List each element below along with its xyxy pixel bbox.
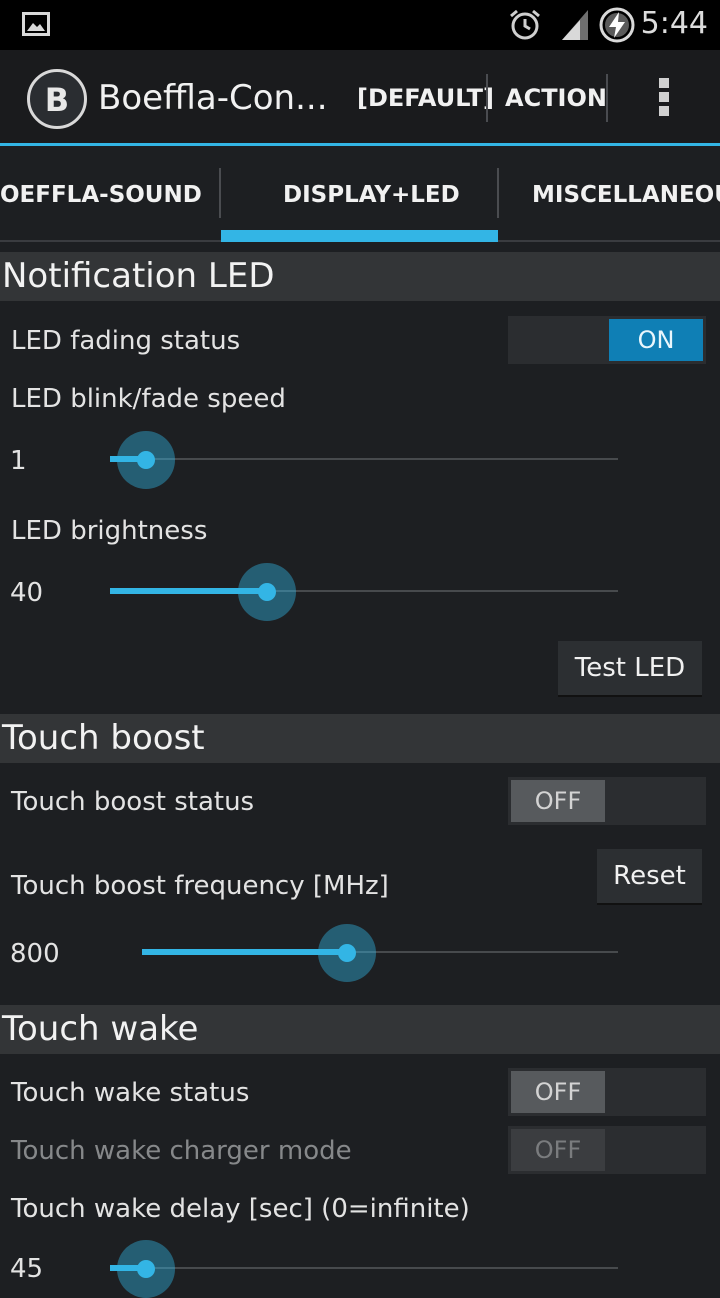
tab-bar: OEFFLA-SOUND DISPLAY+LED MISCELLANEOUS	[0, 146, 720, 242]
svg-text:B: B	[45, 82, 69, 116]
led-speed-value: 1	[10, 446, 27, 476]
action-bar-divider	[486, 74, 488, 122]
slider-thumb[interactable]	[136, 451, 155, 469]
touch-wake-status-label: Touch wake status	[11, 1078, 250, 1108]
alarm-icon	[510, 9, 540, 40]
touch-wake-charger-toggle: OFF	[508, 1126, 706, 1174]
touch-wake-delay-label: Touch wake delay [sec] (0=infinite)	[11, 1194, 470, 1224]
toggle-knob: OFF	[511, 1071, 605, 1113]
default-button[interactable]: [DEFAULT]	[357, 84, 494, 112]
signal-icon	[562, 10, 588, 40]
toggle-knob: OFF	[511, 780, 605, 822]
section-header-touch-wake: Touch wake	[0, 1005, 720, 1054]
tab-divider	[497, 168, 499, 218]
tab-boeffla-sound[interactable]: OEFFLA-SOUND	[0, 182, 202, 208]
toggle-knob: OFF	[511, 1129, 605, 1171]
tab-miscellaneous[interactable]: MISCELLANEOUS	[532, 182, 720, 208]
led-speed-label: LED blink/fade speed	[11, 384, 286, 414]
app-logo-icon[interactable]: B	[27, 69, 87, 129]
led-brightness-label: LED brightness	[11, 516, 208, 546]
reset-button[interactable]: Reset	[597, 849, 702, 903]
touch-boost-toggle[interactable]: OFF	[508, 777, 706, 825]
action-button[interactable]: ACTION	[505, 84, 607, 112]
selected-tab-indicator	[221, 230, 498, 242]
toggle-knob: ON	[609, 319, 703, 361]
status-bar: 5:44	[0, 0, 720, 50]
tab-display-led[interactable]: DISPLAY+LED	[283, 182, 460, 208]
touch-boost-status-label: Touch boost status	[11, 787, 255, 817]
slider-thumb[interactable]	[337, 944, 356, 962]
touch-boost-frequency-value: 800	[10, 939, 60, 969]
touch-boost-frequency-slider[interactable]	[142, 922, 618, 982]
clock: 5:44	[640, 6, 708, 41]
touch-wake-toggle[interactable]: OFF	[508, 1068, 706, 1116]
battery-charging-icon	[599, 7, 635, 43]
led-brightness-value: 40	[10, 578, 44, 608]
tab-divider	[219, 168, 221, 218]
touch-boost-frequency-label: Touch boost frequency [MHz]	[11, 871, 389, 901]
led-speed-slider[interactable]	[110, 429, 618, 489]
led-brightness-slider[interactable]	[110, 561, 618, 621]
led-fading-label: LED fading status	[11, 326, 241, 356]
app-title: Boeffla-Con...	[98, 78, 328, 118]
led-fading-toggle[interactable]: ON	[508, 316, 706, 364]
action-bar-divider	[606, 74, 608, 122]
touch-wake-charger-label: Touch wake charger mode	[11, 1136, 352, 1166]
section-header-notification-led: Notification LED	[0, 252, 720, 301]
slider-thumb[interactable]	[136, 1260, 155, 1278]
test-led-button[interactable]: Test LED	[558, 641, 702, 695]
section-header-touch-boost: Touch boost	[0, 714, 720, 763]
image-icon	[22, 12, 50, 36]
touch-wake-delay-slider[interactable]	[110, 1238, 618, 1298]
overflow-menu-icon[interactable]	[657, 78, 671, 120]
